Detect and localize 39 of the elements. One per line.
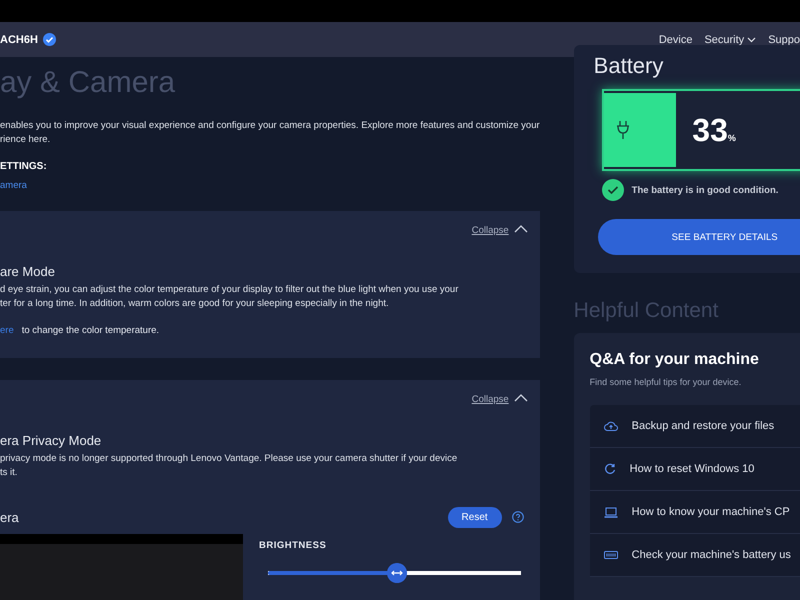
qa-item[interactable]: How to reset Windows 10 [590, 448, 800, 491]
battery-percent: 33% [692, 112, 736, 148]
nav-link[interactable]: Security [704, 34, 756, 46]
settings-heading: ETTINGS: [0, 161, 48, 172]
chevron-icon[interactable] [514, 225, 528, 233]
battery-title: Battery [594, 53, 664, 79]
plug-icon [616, 120, 630, 140]
intro-text: enables you to improve your visual experience and configure your camera properties. Explore more features and customize your rience here. [0, 119, 540, 147]
nav-link[interactable]: Device [658, 34, 692, 46]
page-title: ay & Camera [0, 65, 176, 101]
link-text: to change the color temperature. [22, 325, 160, 336]
battery-status: The battery is in good condition. [632, 184, 778, 196]
chevron-down-icon [747, 36, 756, 42]
laptop-icon [604, 506, 618, 518]
collapse-link[interactable]: Collapse [472, 394, 509, 405]
section-description: d eye strain, you can adjust the color temperature of your display to filter out the blue light when you use your ter for a long time. In addition, warm colors are good for your sleeping especially in the night. [0, 283, 460, 311]
battery-icon [604, 551, 618, 559]
nav-link[interactable]: Suppo [768, 34, 800, 46]
camera-title: era [0, 510, 20, 524]
settings-link[interactable]: amera [0, 180, 27, 191]
cloud-icon [604, 420, 618, 432]
collapse-link[interactable]: Collapse [472, 225, 509, 236]
section-title: are Mode [0, 264, 56, 279]
qa-subtitle: Find some helpful tips for your device. [590, 377, 742, 387]
battery-details-button[interactable]: SEE BATTERY DETAILS [598, 219, 800, 255]
account-name: ACH6H [0, 34, 38, 46]
qa-title: Q&A for your machine [590, 351, 760, 369]
refresh-icon [604, 463, 616, 475]
chevron-icon[interactable] [514, 394, 528, 402]
qa-item[interactable]: How to know your machine's CP [590, 491, 800, 534]
help-icon[interactable] [512, 511, 524, 523]
section-description: privacy mode is no longer supported through Lenovo Vantage. Please use your camera shutter if your device ts it. [0, 452, 458, 480]
reset-button[interactable]: Reset [448, 506, 502, 528]
qa-item[interactable]: Backup and restore your files [590, 405, 800, 448]
qa-item[interactable]: Check your machine's battery us [590, 534, 800, 577]
here-link[interactable]: ere [0, 325, 14, 336]
brightness-label: BRIGHTNESS [259, 540, 328, 551]
section-title: era Privacy Mode [0, 433, 102, 448]
slider-thumb[interactable] [387, 563, 408, 583]
